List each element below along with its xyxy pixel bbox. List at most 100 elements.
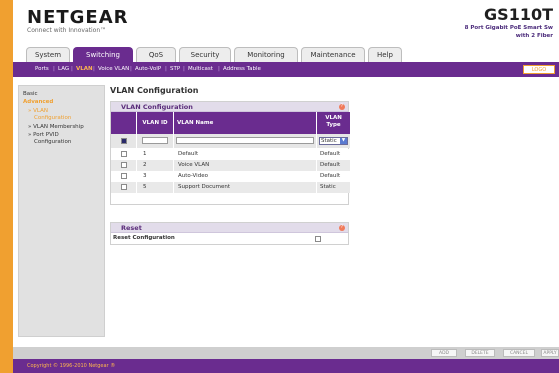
header: NETGEAR Connect with Innovation™ GS110T … bbox=[13, 0, 559, 40]
sidebar-item-vlan-membership[interactable]: » VLAN Membership bbox=[28, 124, 84, 131]
input-type-cell: Static ▼ bbox=[317, 134, 350, 148]
input-id-cell bbox=[137, 134, 174, 148]
subnav-ports[interactable]: Ports bbox=[35, 62, 49, 77]
row-checkbox[interactable] bbox=[121, 173, 127, 179]
vlan-type-cell: Default bbox=[317, 171, 350, 182]
main-tabs: System Switching QoS Security Monitoring… bbox=[13, 47, 559, 62]
table-row[interactable]: 3 Auto-Video Default bbox=[111, 171, 350, 182]
row-select-cell bbox=[111, 182, 137, 193]
table-header-row: VLAN ID VLAN Name VLAN Type bbox=[111, 112, 350, 134]
subnav-separator: | bbox=[183, 66, 185, 72]
subnav-multicast[interactable]: Multicast bbox=[188, 62, 213, 77]
logo-tagline: Connect with Innovation™ bbox=[27, 27, 107, 34]
vlan-name-cell: Default bbox=[174, 149, 317, 160]
vlan-id-cell: 2 bbox=[137, 160, 174, 171]
subnav-stp[interactable]: STP bbox=[170, 62, 180, 77]
subnav-separator: | bbox=[165, 66, 167, 72]
column-header-vlan-type: VLAN Type bbox=[317, 112, 350, 134]
vlan-type-cell: Default bbox=[317, 160, 350, 171]
delete-button[interactable]: DELETE bbox=[465, 349, 495, 357]
subnav-lag[interactable]: LAG bbox=[58, 62, 69, 77]
row-select-cell bbox=[111, 171, 137, 182]
sidebar-item-advanced[interactable]: Advanced bbox=[23, 99, 53, 106]
subnav-vlan[interactable]: VLAN bbox=[76, 62, 93, 77]
table-row[interactable]: 5 Support Document Static bbox=[111, 182, 350, 193]
sidebar-item-vlan-configuration[interactable]: » VLAN Configuration bbox=[28, 108, 71, 122]
subnav-address-table[interactable]: Address Table bbox=[223, 62, 261, 77]
vlan-type-cell: Default bbox=[317, 149, 350, 160]
reset-configuration-row: Reset Configuration bbox=[111, 233, 350, 244]
vlan-id-input[interactable] bbox=[142, 137, 168, 144]
reset-configuration-checkbox[interactable] bbox=[315, 236, 321, 242]
sidebar-item-basic[interactable]: Basic bbox=[23, 91, 38, 98]
tab-monitoring[interactable]: Monitoring bbox=[234, 47, 298, 62]
subnav-voice-vlan[interactable]: Voice VLAN bbox=[98, 62, 129, 77]
vlan-id-value: 1 bbox=[143, 151, 147, 157]
vlan-id-cell: 3 bbox=[137, 171, 174, 182]
subnav-separator: | bbox=[93, 66, 95, 72]
vlan-type-value: Default bbox=[320, 162, 341, 168]
tab-maintenance[interactable]: Maintenance bbox=[301, 47, 365, 62]
copyright-text: Copyright © 1996-2010 Netgear ® bbox=[27, 363, 116, 369]
header-select-cell bbox=[111, 112, 137, 134]
tab-system[interactable]: System bbox=[26, 47, 70, 62]
product-desc-line2: with 2 Fiber bbox=[515, 33, 553, 39]
vlan-configuration-panel: VLAN Configuration ? VLAN ID VLAN Name V… bbox=[110, 101, 350, 205]
product-name: GS110T bbox=[484, 5, 553, 24]
vlan-name-input[interactable] bbox=[176, 137, 314, 144]
table-row[interactable]: 2 Voice VLAN Default bbox=[111, 160, 350, 171]
row-select-cell bbox=[111, 160, 137, 171]
vlan-type-value: Default bbox=[320, 173, 341, 179]
sub-navigation: Ports | LAG | VLAN | Voice VLAN | Auto-V… bbox=[13, 62, 559, 77]
tab-qos[interactable]: QoS bbox=[136, 47, 176, 62]
row-checkbox[interactable] bbox=[121, 138, 127, 144]
app-frame: NETGEAR Connect with Innovation™ GS110T … bbox=[13, 0, 559, 373]
row-checkbox[interactable] bbox=[121, 162, 127, 168]
panel-title: Reset bbox=[121, 224, 142, 232]
vlan-type-cell: Static bbox=[317, 182, 350, 193]
sidebar-item-port-pvid[interactable]: » Port PVID Configuration bbox=[28, 132, 71, 146]
vlan-type-select-value: Static bbox=[321, 138, 337, 144]
vlan-id-value: 5 bbox=[143, 184, 147, 190]
column-header-label: VLAN bbox=[325, 115, 342, 121]
vlan-name-cell: Auto-Video bbox=[174, 171, 317, 182]
vlan-type-value: Default bbox=[320, 151, 341, 157]
footer: Copyright © 1996-2010 Netgear ® bbox=[13, 359, 559, 373]
apply-button[interactable]: APPLY bbox=[541, 349, 559, 357]
tab-help[interactable]: Help bbox=[368, 47, 402, 62]
input-name-cell bbox=[174, 134, 317, 148]
vlan-id-value: 2 bbox=[143, 162, 147, 168]
cancel-button[interactable]: CANCEL bbox=[503, 349, 535, 357]
sidebar-item-label: Configuration bbox=[34, 139, 72, 145]
tab-switching[interactable]: Switching bbox=[73, 47, 133, 62]
vlan-name-value: Auto-Video bbox=[178, 173, 208, 179]
row-checkbox[interactable] bbox=[121, 151, 127, 157]
tab-security[interactable]: Security bbox=[179, 47, 231, 62]
reset-panel: Reset ? Reset Configuration bbox=[110, 222, 349, 245]
column-header-vlan-name: VLAN Name bbox=[174, 112, 317, 134]
vlan-name-value: Voice VLAN bbox=[178, 162, 210, 168]
panel-title: VLAN Configuration bbox=[121, 103, 193, 111]
sidebar-item-label: Configuration bbox=[34, 115, 72, 121]
help-icon[interactable]: ? bbox=[339, 104, 345, 110]
table-input-row: Static ▼ bbox=[111, 134, 350, 148]
column-header-vlan-id: VLAN ID bbox=[137, 112, 174, 134]
product-info: GS110T 8 Port Gigabit PoE Smart Sw with … bbox=[465, 5, 553, 40]
column-header-label: Type bbox=[326, 122, 341, 128]
subnav-auto-voip[interactable]: Auto-VoIP bbox=[135, 62, 161, 77]
subnav-separator: | bbox=[218, 66, 220, 72]
vlan-name-cell: Support Document bbox=[174, 182, 317, 193]
vlan-name-cell: Voice VLAN bbox=[174, 160, 317, 171]
subnav-separator: | bbox=[53, 66, 55, 72]
action-button-bar: ADD DELETE CANCEL APPLY bbox=[13, 347, 559, 359]
vlan-type-select[interactable]: Static ▼ bbox=[319, 137, 348, 145]
logout-button[interactable]: LOGO bbox=[523, 65, 555, 74]
row-checkbox[interactable] bbox=[121, 184, 127, 190]
vlan-id-cell: 5 bbox=[137, 182, 174, 193]
sidebar-item-label: » Port PVID bbox=[28, 132, 59, 138]
help-icon[interactable]: ? bbox=[339, 225, 345, 231]
vlan-type-value: Static bbox=[320, 184, 336, 190]
add-button[interactable]: ADD bbox=[431, 349, 457, 357]
chevron-down-icon: ▼ bbox=[340, 138, 347, 144]
table-row[interactable]: 1 Default Default bbox=[111, 149, 350, 160]
